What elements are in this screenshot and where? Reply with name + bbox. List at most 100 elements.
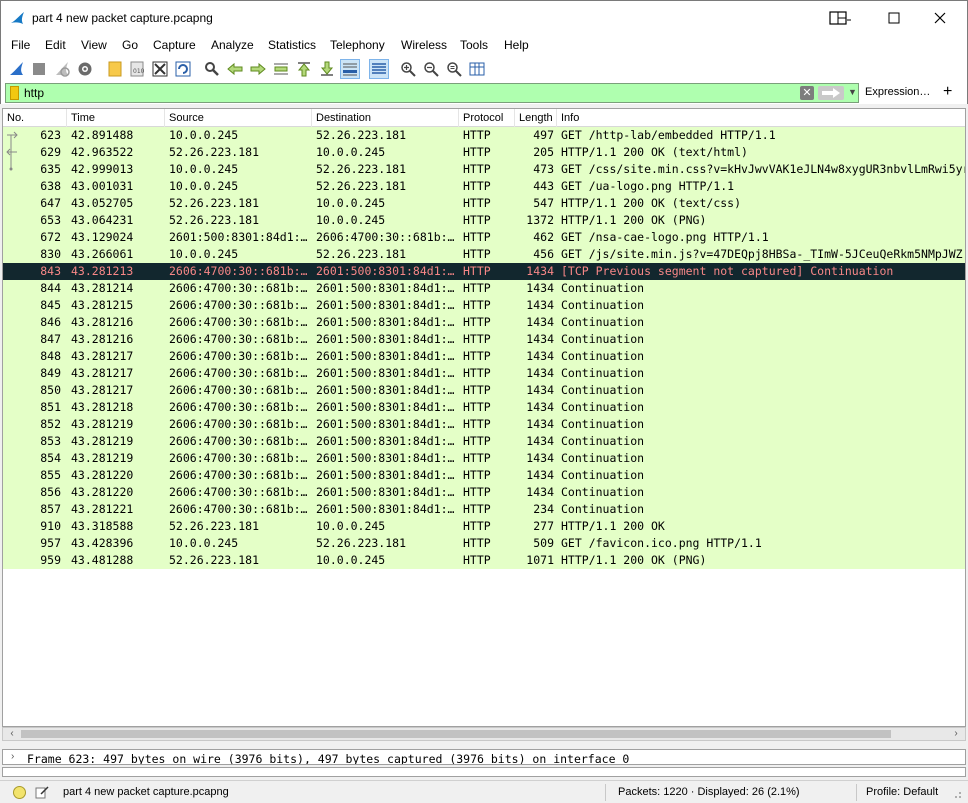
- packet-row[interactable]: 910 43.318588 52.26.223.181 10.0.0.245 HTTP 2…: [3, 518, 965, 535]
- capture-options-icon[interactable]: [75, 59, 95, 79]
- scrollbar-thumb[interactable]: [21, 730, 891, 738]
- packet-row[interactable]: 672 43.129024 2601:500:8301:84d1:… 2606:470…: [3, 229, 965, 246]
- display-filter-field[interactable]: ✕ ▼: [5, 83, 859, 103]
- menu-view[interactable]: View: [81, 38, 107, 52]
- packet-row[interactable]: 847 43.281216 2606:4700:30::681b:… 2601:500…: [3, 331, 965, 348]
- maximize-icon[interactable]: [871, 1, 917, 35]
- go-first-icon[interactable]: [294, 59, 314, 79]
- apply-filter-icon[interactable]: [818, 86, 844, 100]
- cell-info: Continuation: [561, 366, 645, 380]
- menu-edit[interactable]: Edit: [45, 38, 66, 52]
- zoom-out-icon[interactable]: [421, 59, 441, 79]
- go-last-icon[interactable]: [317, 59, 337, 79]
- column-info[interactable]: Info: [557, 109, 965, 127]
- packet-row[interactable]: 653 43.064231 52.26.223.181 10.0.0.245 HTTP 1…: [3, 212, 965, 229]
- packet-row[interactable]: 853 43.281219 2606:4700:30::681b:… 2601:500…: [3, 433, 965, 450]
- cell-destination: 52.26.223.181: [316, 162, 407, 176]
- column-length[interactable]: Length: [515, 109, 557, 127]
- menu-telephony[interactable]: Telephony: [330, 38, 385, 52]
- reload-icon[interactable]: [173, 59, 193, 79]
- expert-info-icon[interactable]: [13, 786, 26, 799]
- packet-list[interactable]: No. Time Source Destination Protocol Len…: [2, 108, 966, 727]
- cell-time: 43.266061: [71, 247, 134, 261]
- scroll-right-icon[interactable]: ›: [949, 728, 963, 740]
- packet-row[interactable]: 629 42.963522 52.26.223.181 10.0.0.245 HTTP 2…: [3, 144, 965, 161]
- packet-row[interactable]: 849 43.281217 2606:4700:30::681b:… 2601:500…: [3, 365, 965, 382]
- packet-row[interactable]: 959 43.481288 52.26.223.181 10.0.0.245 HTTP 1…: [3, 552, 965, 569]
- cell-source: 2606:4700:30::681b:…: [169, 485, 308, 499]
- packet-row[interactable]: 850 43.281217 2606:4700:30::681b:… 2601:500…: [3, 382, 965, 399]
- restart-icon[interactable]: [52, 59, 72, 79]
- menu-file[interactable]: File: [11, 38, 30, 52]
- shark-fin-start-icon[interactable]: [7, 59, 27, 79]
- expression-button[interactable]: Expression…: [865, 86, 930, 98]
- status-profile[interactable]: Profile: Default: [866, 786, 938, 798]
- cell-protocol: HTTP: [463, 128, 491, 142]
- menu-capture[interactable]: Capture: [153, 38, 196, 52]
- capture-comment-icon[interactable]: [35, 785, 49, 799]
- packet-list-horizontal-scrollbar[interactable]: ‹ ›: [2, 727, 966, 741]
- packet-row[interactable]: 830 43.266061 10.0.0.245 52.26.223.181 HTTP 4…: [3, 246, 965, 263]
- packet-row[interactable]: 647 43.052705 52.26.223.181 10.0.0.245 HTTP 5…: [3, 195, 965, 212]
- filter-input[interactable]: [24, 85, 784, 101]
- go-back-icon[interactable]: [225, 59, 245, 79]
- normal-size-icon[interactable]: [444, 59, 464, 79]
- resize-columns-icon[interactable]: [467, 59, 487, 79]
- packet-row[interactable]: 855 43.281220 2606:4700:30::681b:… 2601:500…: [3, 467, 965, 484]
- scroll-left-icon[interactable]: ‹: [5, 728, 19, 740]
- packet-row[interactable]: 848 43.281217 2606:4700:30::681b:… 2601:500…: [3, 348, 965, 365]
- packet-row[interactable]: 843 43.281213 2606:4700:30::681b:… 2601:500…: [3, 263, 965, 280]
- menu-tools[interactable]: Tools: [460, 38, 488, 52]
- column-no[interactable]: No.: [3, 109, 67, 127]
- packet-row[interactable]: 846 43.281216 2606:4700:30::681b:… 2601:500…: [3, 314, 965, 331]
- window-title: part 4 new packet capture.pcapng: [32, 11, 213, 25]
- go-to-packet-icon[interactable]: [271, 59, 291, 79]
- close-icon[interactable]: [917, 1, 963, 35]
- menu-wireless[interactable]: Wireless: [401, 38, 447, 52]
- packet-details-pane[interactable]: › Frame 623: 497 bytes on wire (3976 bit…: [2, 749, 966, 765]
- column-source[interactable]: Source: [165, 109, 312, 127]
- cell-source: 2606:4700:30::681b:…: [169, 298, 308, 312]
- packet-row[interactable]: 844 43.281214 2606:4700:30::681b:… 2601:500…: [3, 280, 965, 297]
- snap-layout-icon[interactable]: [817, 1, 863, 35]
- clear-filter-icon[interactable]: ✕: [800, 86, 814, 100]
- packet-row[interactable]: 638 43.001031 10.0.0.245 52.26.223.181 HTTP 4…: [3, 178, 965, 195]
- go-forward-icon[interactable]: [248, 59, 268, 79]
- filter-bookmark-icon[interactable]: [10, 86, 19, 100]
- expand-arrow-icon[interactable]: ›: [11, 751, 14, 762]
- menu-go[interactable]: Go: [122, 38, 138, 52]
- packet-row[interactable]: 851 43.281218 2606:4700:30::681b:… 2601:500…: [3, 399, 965, 416]
- resize-grip-icon[interactable]: [950, 787, 962, 799]
- packet-row[interactable]: 845 43.281215 2606:4700:30::681b:… 2601:500…: [3, 297, 965, 314]
- menu-statistics[interactable]: Statistics: [268, 38, 316, 52]
- stop-icon[interactable]: [29, 59, 49, 79]
- packet-row[interactable]: 623 42.891488 10.0.0.245 52.26.223.181 HTTP 4…: [3, 127, 965, 144]
- packet-row[interactable]: 957 43.428396 10.0.0.245 52.26.223.181 HTTP 5…: [3, 535, 965, 552]
- zoom-in-icon[interactable]: [398, 59, 418, 79]
- find-packet-icon[interactable]: [202, 59, 222, 79]
- close-file-icon[interactable]: [150, 59, 170, 79]
- menu-help[interactable]: Help: [504, 38, 529, 52]
- cell-no: 853: [40, 434, 61, 448]
- packet-row[interactable]: 854 43.281219 2606:4700:30::681b:… 2601:500…: [3, 450, 965, 467]
- menu-analyze[interactable]: Analyze: [211, 38, 254, 52]
- packet-row[interactable]: 852 43.281219 2606:4700:30::681b:… 2601:500…: [3, 416, 965, 433]
- cell-info: HTTP/1.1 200 OK (PNG): [561, 213, 707, 227]
- cell-time: 43.281217: [71, 383, 134, 397]
- column-time[interactable]: Time: [67, 109, 165, 127]
- colorize-icon[interactable]: [369, 59, 389, 79]
- add-filter-button[interactable]: +: [943, 83, 952, 101]
- open-file-icon[interactable]: [105, 59, 125, 79]
- packet-row[interactable]: 857 43.281221 2606:4700:30::681b:… 2601:500…: [3, 501, 965, 518]
- packet-row[interactable]: 635 42.999013 10.0.0.245 52.26.223.181 HTTP 4…: [3, 161, 965, 178]
- packet-row[interactable]: 856 43.281220 2606:4700:30::681b:… 2601:500…: [3, 484, 965, 501]
- filter-history-dropdown-icon[interactable]: ▼: [848, 87, 858, 99]
- save-file-icon[interactable]: 010: [127, 59, 147, 79]
- cell-length: 234: [533, 502, 554, 516]
- column-protocol[interactable]: Protocol: [459, 109, 515, 127]
- cell-info: Continuation: [561, 281, 645, 295]
- autoscroll-icon[interactable]: [340, 59, 360, 79]
- column-destination[interactable]: Destination: [312, 109, 459, 127]
- frame-summary[interactable]: Frame 623: 497 bytes on wire (3976 bits)…: [27, 752, 629, 764]
- packet-bytes-pane[interactable]: [2, 767, 966, 777]
